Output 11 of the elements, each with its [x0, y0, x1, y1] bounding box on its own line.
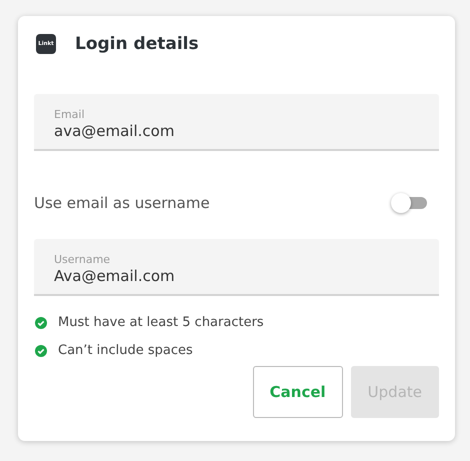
- rule-text: Must have at least 5 characters: [58, 314, 264, 332]
- rule-text: Can’t include spaces: [58, 342, 193, 360]
- toggle-label: Use email as username: [34, 194, 210, 212]
- toggle-switch[interactable]: [391, 193, 427, 213]
- text-field[interactable]: Email ava@email.com: [34, 94, 439, 151]
- field-value[interactable]: Ava@email.com: [54, 266, 419, 286]
- card-title: Login details: [75, 34, 199, 54]
- field-label: Email: [54, 108, 86, 120]
- field-label: Username: [54, 252, 112, 266]
- text-field[interactable]: Username Ava@email.com: [34, 239, 439, 296]
- field-value[interactable]: ava@email.com: [54, 120, 419, 140]
